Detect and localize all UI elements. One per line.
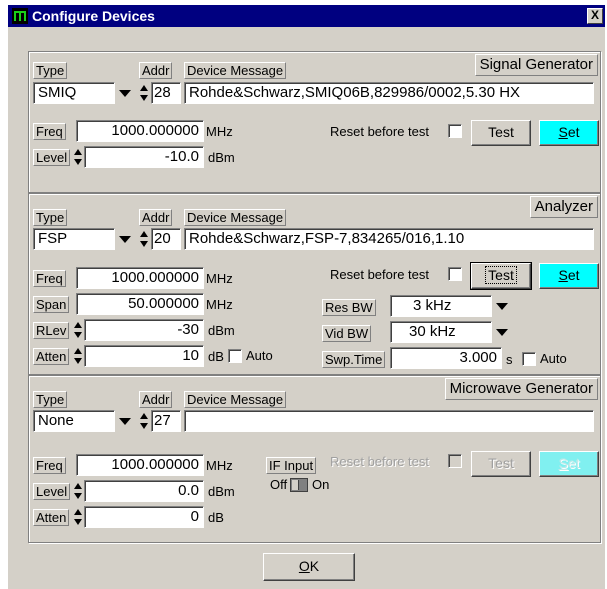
sg-level-units: dBm <box>208 150 235 165</box>
ok-button[interactable]: OK <box>263 553 355 581</box>
title-bar[interactable]: Configure Devices X <box>8 5 605 27</box>
mw-freq-label: Freq <box>33 457 66 474</box>
mw-freq-units: MHz <box>206 458 233 473</box>
an-rlev-spinner-icon[interactable] <box>73 320 82 340</box>
mw-if-input-label: IF Input <box>266 457 317 474</box>
an-span-label: Span <box>33 296 70 313</box>
microwave-generator-title: Microwave Generator <box>444 378 598 400</box>
mw-addr-label: Addr <box>139 391 173 408</box>
an-type-dropdown-icon[interactable] <box>116 229 134 249</box>
sg-level-spinner-icon[interactable] <box>73 147 82 167</box>
sg-reset-label: Reset before test <box>330 124 429 139</box>
sg-addr-label: Addr <box>139 62 173 79</box>
an-type-label: Type <box>33 209 68 226</box>
analyzer-title: Analyzer <box>529 196 598 218</box>
sg-test-button[interactable]: Test <box>471 120 531 146</box>
mw-atten-field[interactable]: 0 <box>84 506 204 528</box>
sg-addr-field[interactable]: 28 <box>151 82 181 104</box>
mw-atten-units: dB <box>208 510 224 525</box>
an-freq-field[interactable]: 1000.000000 <box>76 267 204 289</box>
an-rlev-label: RLev <box>33 322 70 339</box>
sg-addr-spinner-icon[interactable] <box>139 83 148 103</box>
signal-generator-title: Signal Generator <box>474 54 598 76</box>
mw-addr-field[interactable]: 27 <box>151 410 181 432</box>
app-icon <box>12 8 28 24</box>
an-swp-time-field[interactable]: 3.000 <box>390 347 502 369</box>
mw-type-select[interactable]: None <box>33 410 115 432</box>
an-rlev-field[interactable]: -30 <box>84 319 204 341</box>
mw-if-input-toggle[interactable] <box>290 478 308 492</box>
mw-reset-label: Reset before test <box>330 454 429 469</box>
an-reset-checkbox[interactable] <box>448 267 462 281</box>
mw-atten-spinner-icon[interactable] <box>73 507 82 527</box>
an-atten-auto-checkbox[interactable] <box>228 349 242 363</box>
mw-level-label: Level <box>33 483 71 500</box>
an-freq-label: Freq <box>33 270 66 287</box>
an-device-message-label: Device Message <box>184 209 287 226</box>
mw-type-dropdown-icon[interactable] <box>116 411 134 431</box>
mw-level-units: dBm <box>208 484 235 499</box>
an-res-bw-label: Res BW <box>322 299 376 316</box>
mw-device-message-field[interactable] <box>184 410 594 432</box>
an-device-message-field[interactable]: Rohde&Schwarz,FSP-7,834265/016,1.10 <box>184 228 594 250</box>
mw-device-message-label: Device Message <box>184 391 287 408</box>
sg-level-field[interactable]: -10.0 <box>84 146 204 168</box>
sg-type-dropdown-icon[interactable] <box>116 83 134 103</box>
sg-freq-field[interactable]: 1000.000000 <box>76 120 204 142</box>
sg-freq-label: Freq <box>33 123 66 140</box>
an-res-bw-select[interactable]: 3 kHz <box>390 295 492 317</box>
an-res-bw-dropdown-icon[interactable] <box>493 296 511 316</box>
an-swp-time-units: s <box>506 352 513 367</box>
mw-level-field[interactable]: 0.0 <box>84 480 204 502</box>
an-swp-auto-checkbox[interactable] <box>522 352 536 366</box>
an-type-select[interactable]: FSP <box>33 228 115 250</box>
configure-devices-dialog: Configure Devices X Signal Generator Typ… <box>8 5 605 589</box>
an-span-field[interactable]: 50.000000 <box>76 293 204 315</box>
an-reset-label: Reset before test <box>330 267 429 282</box>
an-swp-auto-label: Auto <box>540 351 567 366</box>
mw-level-spinner-icon[interactable] <box>73 481 82 501</box>
an-addr-label: Addr <box>139 209 173 226</box>
an-atten-spinner-icon[interactable] <box>73 346 82 366</box>
sg-type-label: Type <box>33 62 68 79</box>
an-atten-field[interactable]: 10 <box>84 345 204 367</box>
mw-set-button[interactable]: Set <box>539 451 599 477</box>
mw-if-on-label: On <box>312 477 330 492</box>
sg-reset-checkbox[interactable] <box>448 124 462 138</box>
mw-atten-label: Atten <box>33 509 70 526</box>
sg-level-label: Level <box>33 149 71 166</box>
an-atten-auto-label: Auto <box>246 348 273 363</box>
an-freq-units: MHz <box>206 271 233 286</box>
mw-type-label: Type <box>33 391 68 408</box>
an-rlev-units: dBm <box>208 323 235 338</box>
window-title: Configure Devices <box>32 8 155 24</box>
mw-freq-field[interactable]: 1000.000000 <box>76 454 204 476</box>
an-set-button[interactable]: Set <box>539 263 599 289</box>
sg-freq-units: MHz <box>206 124 233 139</box>
an-swp-time-label: Swp.Time <box>322 351 386 368</box>
sg-device-message-label: Device Message <box>184 62 287 79</box>
close-button[interactable]: X <box>587 8 603 24</box>
an-atten-label: Atten <box>33 348 70 365</box>
an-vid-bw-dropdown-icon[interactable] <box>493 322 511 342</box>
sg-device-message-field[interactable]: Rohde&Schwarz,SMIQ06B,829986/0002,5.30 H… <box>184 82 594 104</box>
mw-addr-spinner-icon[interactable] <box>139 411 148 431</box>
an-vid-bw-select[interactable]: 30 kHz <box>390 321 492 343</box>
an-addr-field[interactable]: 20 <box>151 228 181 250</box>
an-span-units: MHz <box>206 297 233 312</box>
mw-if-off-label: Off <box>270 477 288 492</box>
mw-reset-checkbox[interactable] <box>448 454 462 468</box>
sg-type-select[interactable]: SMIQ <box>33 82 115 104</box>
an-addr-spinner-icon[interactable] <box>139 229 148 249</box>
an-test-button[interactable]: Test <box>470 262 532 290</box>
sg-set-button[interactable]: Set <box>539 120 599 146</box>
an-atten-units: dB <box>208 349 224 364</box>
mw-test-button[interactable]: Test <box>471 451 531 477</box>
an-vid-bw-label: Vid BW <box>322 325 372 342</box>
